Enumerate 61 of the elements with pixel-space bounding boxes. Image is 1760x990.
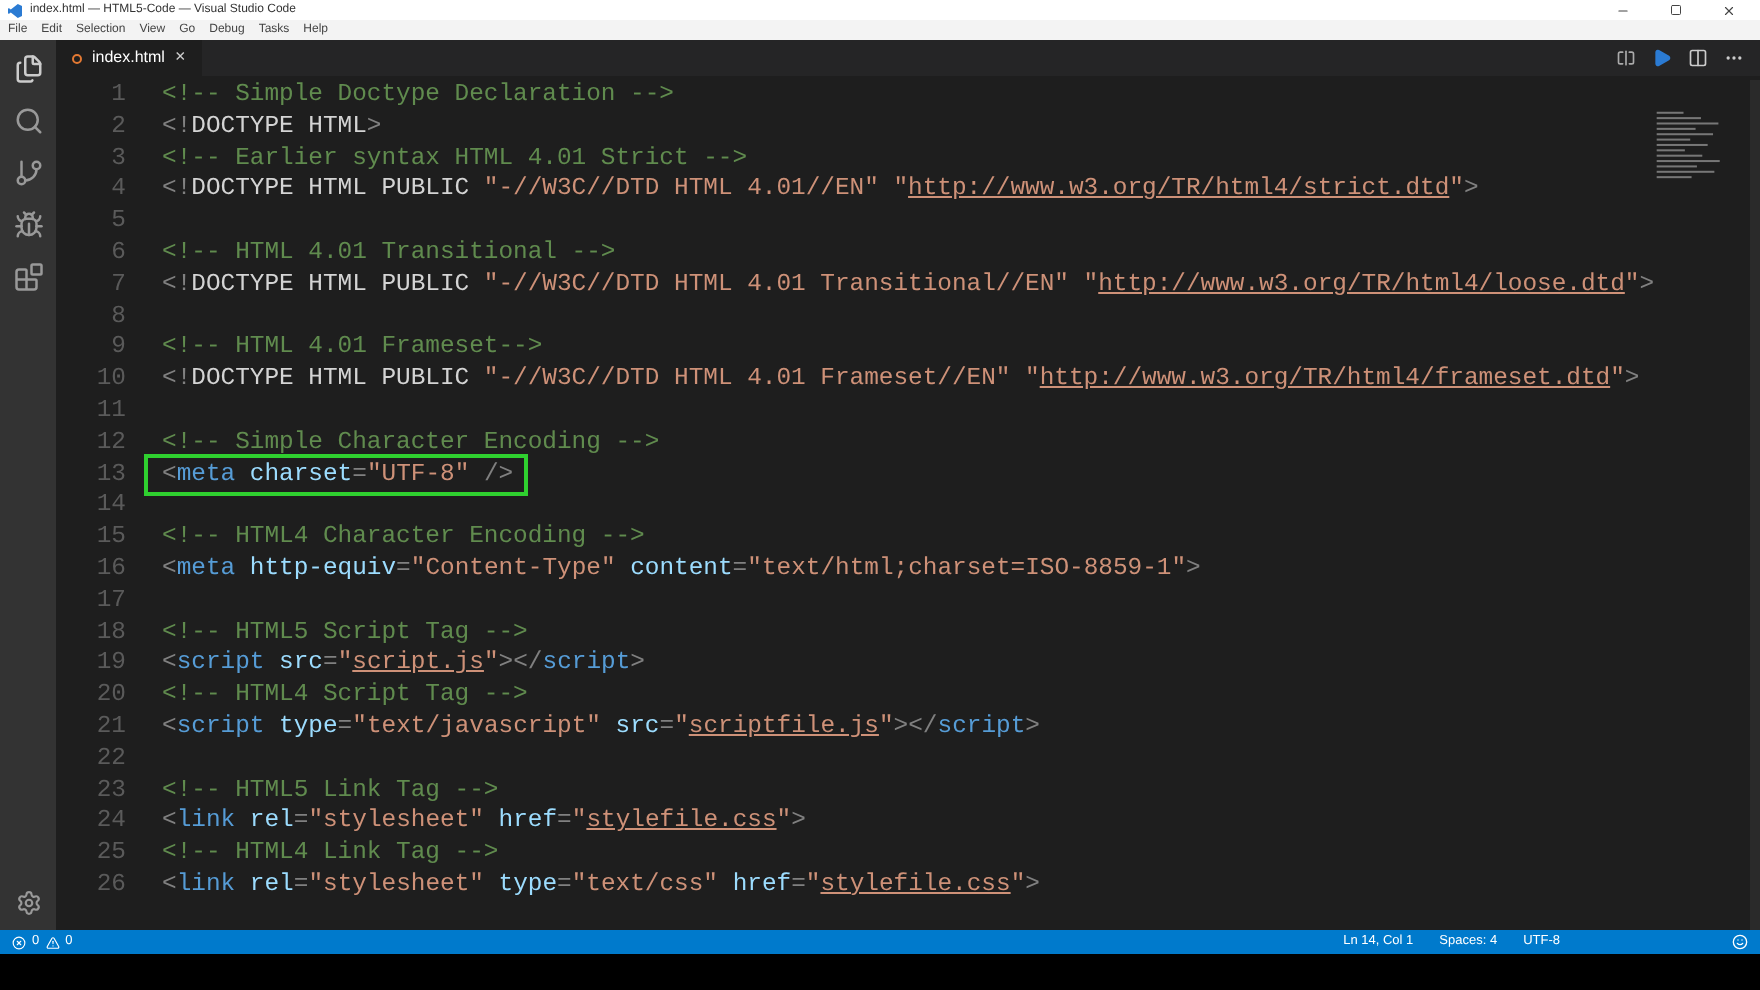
code-line: <link rel="stylesheet" href="stylefile.css"> (162, 806, 806, 839)
line-number: 16 (94, 553, 126, 586)
split-editor-icon[interactable] (1688, 48, 1708, 68)
code-line: <!DOCTYPE HTML PUBLIC "-//W3C//DTD HTML 4.01 Frameset//EN" "http://www.w3.org/TR/html4/frameset.dtd"> (162, 364, 1640, 396)
code-line: <!-- HTML 4.01 Transitional --> (162, 237, 616, 270)
code-line: <meta http-equiv="Content-Type" content="text/html;charset=ISO-8859-1"> (162, 553, 1201, 586)
line-number: 26 (94, 869, 126, 902)
code-line: <!-- HTML5 Script Tag --> (162, 617, 528, 649)
feedback-icon[interactable] (1732, 934, 1748, 950)
line-number: 23 (94, 775, 126, 807)
code-line: <script type="text/javascript" src="scriptfile.js"></script> (162, 711, 1040, 744)
line-number: 9 (109, 332, 126, 365)
code-line: <!-- HTML 4.01 Frameset--> (162, 332, 543, 365)
line-number: 10 (94, 364, 126, 396)
search-icon[interactable] (13, 106, 43, 136)
line-number: 6 (109, 237, 126, 270)
line-number: 1 (109, 80, 126, 112)
code-line: <!-- Simple Doctype Declaration --> (162, 80, 674, 112)
line-number: 15 (94, 522, 126, 554)
line-number: 20 (94, 680, 126, 712)
line-number: 14 (94, 490, 126, 523)
code-line: <!-- HTML5 Link Tag --> (162, 775, 499, 807)
close-icon[interactable] (1722, 3, 1736, 17)
line-number: 19 (94, 648, 126, 681)
line-number: 25 (94, 838, 126, 870)
code-line: <!-- HTML4 Link Tag --> (162, 838, 499, 870)
line-number: 3 (109, 143, 126, 175)
editor-tab[interactable]: index.html × (56, 40, 202, 76)
line-number: 12 (94, 427, 126, 460)
code-line: <!-- HTML4 Character Encoding --> (162, 522, 645, 554)
line-number: 24 (94, 806, 126, 839)
line-number: 7 (109, 269, 126, 302)
branch-icon[interactable] (13, 158, 43, 188)
line-number: 4 (109, 174, 126, 207)
maximize-icon[interactable] (1670, 4, 1682, 16)
compare-icon[interactable] (1616, 48, 1636, 68)
code-line: <!DOCTYPE HTML PUBLIC "-//W3C//DTD HTML 4.01//EN" "http://www.w3.org/TR/html4/strict.dtd"> (162, 174, 1479, 207)
code-line: <link rel="stylesheet" type="text/css" href="stylefile.css"> (162, 869, 1040, 902)
files-icon[interactable] (13, 54, 43, 84)
line-number: 17 (94, 585, 126, 618)
line-number: 22 (94, 743, 126, 776)
line-number: 8 (109, 301, 126, 333)
warning-icon (45, 935, 60, 949)
bug-icon[interactable] (13, 210, 43, 240)
code-line: <script src="script.js"></script> (162, 648, 645, 681)
line-number: 5 (109, 206, 126, 238)
line-number: 18 (94, 617, 126, 649)
line-number: 11 (94, 395, 126, 428)
error-icon (12, 935, 26, 949)
line-number: 13 (94, 459, 126, 491)
code-line: <!DOCTYPE HTML PUBLIC "-//W3C//DTD HTML 4.01 Transitional//EN" "http://www.w3.org/TR/html4/loose.dtd"> (162, 269, 1655, 302)
code-line: <!DOCTYPE HTML> (162, 111, 382, 144)
app-logo-icon (8, 3, 22, 17)
line-number: 21 (94, 711, 126, 744)
settings-icon[interactable] (15, 890, 41, 916)
preview-icon[interactable] (1652, 48, 1672, 68)
extensions-icon[interactable] (13, 262, 43, 292)
code-line: <!-- Earlier syntax HTML 4.01 Strict --> (162, 143, 748, 175)
tab-close-button[interactable]: × (174, 44, 186, 72)
code-line: <!-- HTML4 Script Tag --> (162, 680, 528, 712)
line-number: 2 (109, 111, 126, 144)
